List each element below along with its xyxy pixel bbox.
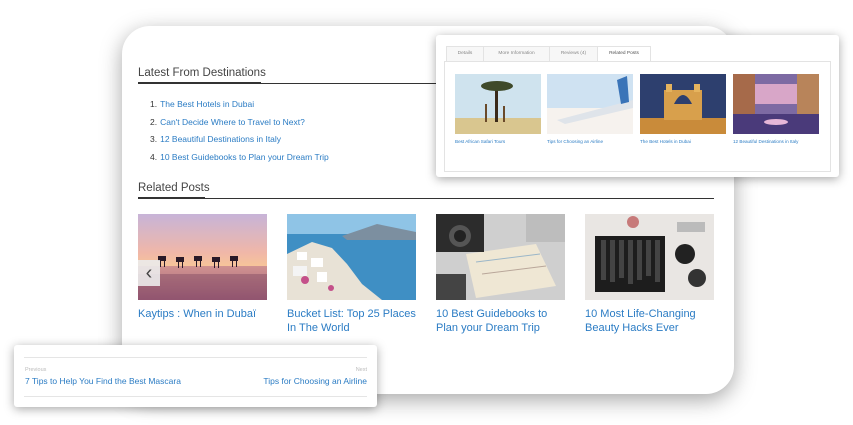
post-image-camel-sunset[interactable]: ‹ — [138, 214, 267, 300]
latest-link[interactable]: Can't Decide Where to Travel to Next? — [160, 117, 305, 127]
latest-list: 1. The Best Hotels in Dubai 2. Can't Decid… — [150, 99, 329, 169]
post-image-santorini[interactable] — [287, 214, 416, 300]
latest-heading: Latest From Destinations — [138, 67, 266, 79]
post-image-makeup-brushes[interactable] — [585, 214, 714, 300]
related-post-card[interactable]: Bucket List: Top 25 Places In The World — [287, 214, 416, 335]
nav-next-link[interactable]: Tips for Choosing an Airline — [263, 376, 367, 386]
list-item[interactable]: 1. The Best Hotels in Dubai — [150, 99, 329, 117]
tab-reviews[interactable]: Reviews (4) — [549, 46, 598, 61]
post-title[interactable]: Bucket List: Top 25 Places In The World — [287, 307, 416, 335]
post-image-map-camera[interactable] — [436, 214, 565, 300]
latest-heading-underline — [138, 82, 261, 84]
post-title[interactable]: Kaytips : When in Dubaï — [138, 307, 267, 321]
related-post-card[interactable]: ‹ Kaytips : When in Dubaï — [138, 214, 267, 321]
tab-more-information[interactable]: More Information — [483, 46, 550, 61]
latest-link[interactable]: The Best Hotels in Dubai — [160, 99, 254, 109]
related-heading: Related Posts — [138, 182, 210, 194]
list-item[interactable]: 2. Can't Decide Where to Travel to Next? — [150, 117, 329, 135]
related-thumb[interactable]: Tips for Choosing an Airline — [547, 74, 633, 144]
list-item[interactable]: 4. 10 Best Guidebooks to Plan your Dream … — [150, 152, 329, 170]
post-title[interactable]: 10 Best Guidebooks to Plan your Dream Tr… — [436, 307, 565, 335]
thumb-caption[interactable]: Best African Safari Tours — [455, 139, 541, 144]
post-title[interactable]: 10 Most Life-Changing Beauty Hacks Ever — [585, 307, 714, 335]
related-thumb[interactable]: The Best Hotels in Dubai — [640, 74, 726, 144]
tab-related-posts[interactable]: Related Posts — [597, 46, 651, 61]
slider-prev-arrow[interactable]: ‹ — [138, 260, 160, 286]
product-tabs-panel: Details More Information Reviews (4) Rel… — [436, 35, 839, 177]
thumb-image-dubai-hotel[interactable] — [640, 74, 726, 134]
post-navigation-card: Previous 7 Tips to Help You Find the Bes… — [14, 345, 377, 407]
list-item[interactable]: 3. 12 Beautiful Destinations in Italy — [150, 134, 329, 152]
related-thumb[interactable]: Best African Safari Tours — [455, 74, 541, 144]
thumb-image-safari[interactable] — [455, 74, 541, 134]
related-heading-underline — [138, 197, 205, 199]
latest-link[interactable]: 10 Best Guidebooks to Plan your Dream Tr… — [160, 152, 329, 162]
nav-previous-label: Previous — [25, 367, 47, 373]
nav-next-label: Next — [355, 367, 367, 373]
thumb-caption[interactable]: 12 Beautiful Destinations in Italy — [733, 139, 819, 144]
nav-previous-link[interactable]: 7 Tips to Help You Find the Best Mascara — [25, 376, 181, 386]
related-thumb[interactable]: 12 Beautiful Destinations in Italy — [733, 74, 819, 144]
tab-details[interactable]: Details — [446, 46, 484, 61]
nav-bottom-rule — [24, 396, 367, 397]
thumb-image-airplane[interactable] — [547, 74, 633, 134]
thumb-caption[interactable]: Tips for Choosing an Airline — [547, 139, 633, 144]
related-heading-rule — [138, 198, 714, 199]
thumb-caption[interactable]: The Best Hotels in Dubai — [640, 139, 726, 144]
nav-top-rule — [24, 357, 367, 358]
related-post-card[interactable]: 10 Best Guidebooks to Plan your Dream Tr… — [436, 214, 565, 335]
thumb-image-venice[interactable] — [733, 74, 819, 134]
latest-link[interactable]: 12 Beautiful Destinations in Italy — [160, 134, 281, 144]
related-post-card[interactable]: 10 Most Life-Changing Beauty Hacks Ever — [585, 214, 714, 335]
